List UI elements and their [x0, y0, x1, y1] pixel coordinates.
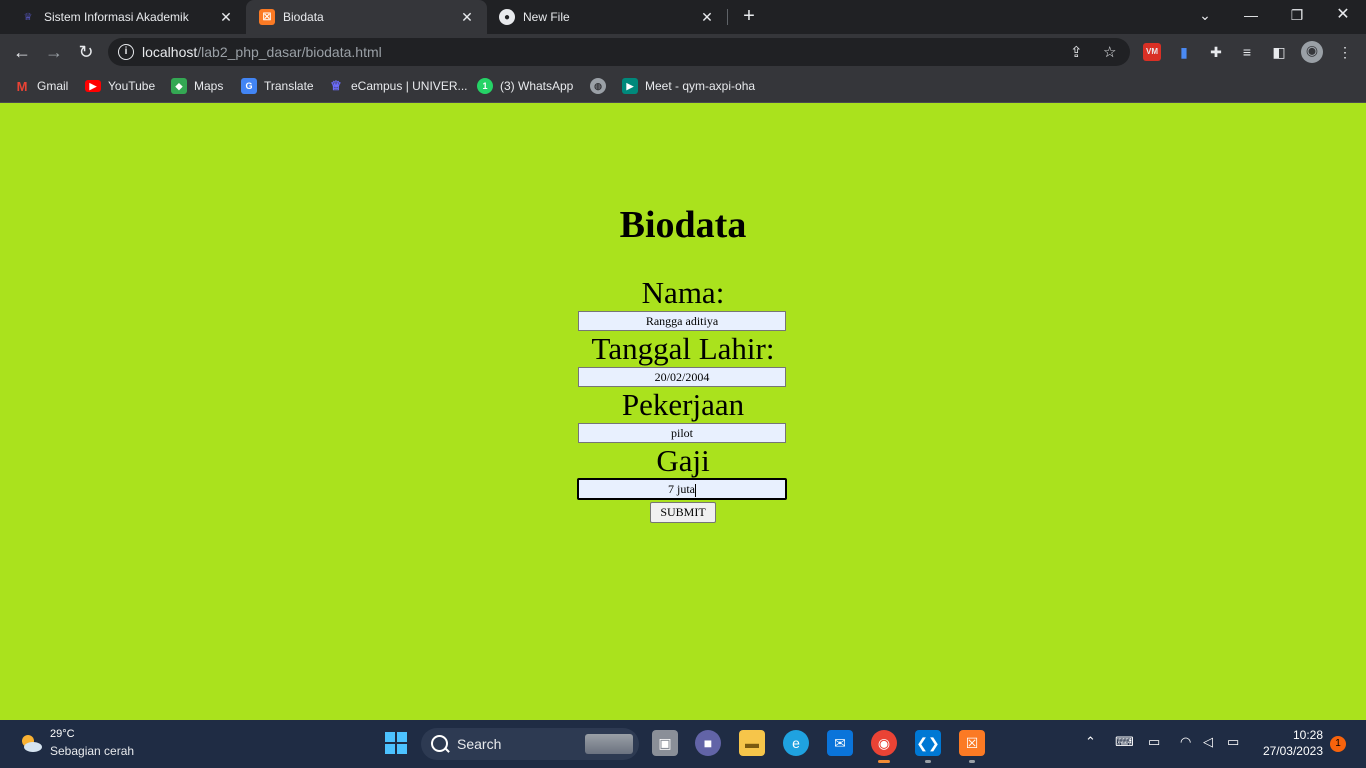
- tab-search-button[interactable]: ⌄: [1182, 0, 1228, 34]
- tab-biodata[interactable]: ☒ Biodata ✕: [246, 0, 487, 34]
- gmail-icon: M: [16, 78, 28, 94]
- nama-label: Nama:: [641, 275, 725, 310]
- search-icon: [431, 735, 448, 752]
- pekerjaan-label: Pekerjaan: [621, 387, 745, 422]
- file-explorer-icon[interactable]: ▬: [739, 730, 765, 756]
- battery-icon[interactable]: ▭: [1227, 734, 1239, 750]
- share-icon[interactable]: ⇪: [1070, 43, 1083, 61]
- nama-input[interactable]: Rangga aditiya: [578, 311, 786, 331]
- back-button[interactable]: ←: [10, 40, 34, 64]
- xampp-icon: ☒: [259, 9, 275, 25]
- bookmark-whatsapp[interactable]: 1 (3) WhatsApp: [477, 77, 573, 95]
- url-text[interactable]: localhost/lab2_php_dasar/biodata.html: [142, 44, 382, 60]
- task-view-icon[interactable]: ▣: [652, 730, 678, 756]
- tab-strip: ♕ Sistem Informasi Akademik ✕ ☒ Biodata …: [0, 0, 1366, 34]
- bookmarks-bar: M Gmail ▶ YouTube ◆ Maps G Translate ♕ eCampu…: [0, 70, 1366, 103]
- start-icon[interactable]: [383, 730, 409, 756]
- translate-icon: G: [241, 78, 257, 94]
- taskbar: 29°C Sebagian cerah Search ▣ ■ ▬ e ✉ ◉ ❮…: [0, 720, 1366, 768]
- forward-button[interactable]: →: [42, 40, 66, 64]
- submit-button[interactable]: SUBMIT: [650, 502, 716, 523]
- edge-icon[interactable]: e: [783, 730, 809, 756]
- tab-sistem-informasi[interactable]: ♕ Sistem Informasi Akademik ✕: [0, 0, 246, 34]
- taskbar-search[interactable]: Search: [421, 728, 639, 760]
- vm-extension-icon[interactable]: VM: [1143, 43, 1161, 61]
- keyboard-icon[interactable]: ⌨: [1115, 734, 1134, 750]
- tab-title: New File: [523, 10, 570, 24]
- bookmark-gmail[interactable]: M Gmail: [14, 77, 69, 95]
- reload-button[interactable]: ↻: [74, 40, 98, 64]
- whatsapp-icon: 1: [477, 78, 493, 94]
- xampp-icon[interactable]: ☒: [959, 730, 985, 756]
- globe-icon: ◍: [590, 78, 606, 94]
- puzzle-icon[interactable]: ✚: [1207, 43, 1225, 61]
- pekerjaan-input[interactable]: pilot: [578, 423, 786, 443]
- restore-button[interactable]: ❐: [1274, 0, 1320, 34]
- text-cursor: [695, 483, 696, 497]
- close-icon[interactable]: ✕: [216, 9, 236, 26]
- wifi-icon[interactable]: ◠: [1180, 734, 1191, 750]
- tanggal-lahir-input[interactable]: 20/02/2004: [578, 367, 786, 387]
- menu-icon[interactable]: ⋮: [1336, 43, 1354, 61]
- weather-description[interactable]: Sebagian cerah: [50, 744, 134, 758]
- campus-icon: ♕: [23, 11, 33, 23]
- bookmark-translate[interactable]: G Translate: [241, 77, 314, 95]
- search-highlight-icon: [585, 734, 633, 754]
- campus-icon: ♕: [330, 78, 342, 93]
- gaji-label: Gaji: [656, 443, 710, 478]
- page-content: Biodata Nama: Rangga aditiya Tanggal Lah…: [0, 103, 1366, 720]
- bookmark-ecampus[interactable]: ♕ eCampus | UNIVER...: [328, 77, 467, 95]
- tanggal-lahir-label: Tanggal Lahir:: [591, 331, 775, 366]
- meet-icon: ▶: [622, 78, 638, 94]
- search-placeholder: Search: [457, 736, 502, 752]
- vscode-running-indicator: [925, 760, 931, 763]
- site-info-icon[interactable]: i: [118, 44, 134, 60]
- chrome-icon[interactable]: ◉: [871, 730, 897, 756]
- tab-title: Biodata: [283, 10, 324, 24]
- clock-date[interactable]: 27/03/2023: [1263, 744, 1323, 758]
- youtube-icon: ▶: [85, 80, 101, 92]
- close-icon[interactable]: ✕: [457, 9, 477, 26]
- maps-icon: ◆: [171, 78, 187, 94]
- tab-title: Sistem Informasi Akademik: [44, 10, 189, 24]
- bookmark-maps[interactable]: ◆ Maps: [171, 77, 223, 95]
- notification-badge[interactable]: 1: [1330, 736, 1346, 752]
- weather-temperature[interactable]: 29°C: [50, 728, 75, 740]
- new-tab-button[interactable]: +: [738, 5, 760, 27]
- mail-icon[interactable]: ✉: [827, 730, 853, 756]
- xampp-running-indicator: [969, 760, 975, 763]
- close-icon[interactable]: ✕: [697, 9, 717, 26]
- tab-separator: [727, 9, 728, 25]
- page-title: Biodata: [619, 204, 747, 246]
- github-icon: ●: [499, 9, 515, 25]
- volume-icon[interactable]: ◁: [1203, 734, 1213, 750]
- display-icon[interactable]: ▭: [1148, 734, 1160, 750]
- side-panel-icon[interactable]: ◧: [1270, 43, 1288, 61]
- gaji-input[interactable]: 7 juta: [577, 478, 787, 500]
- avatar[interactable]: ◉: [1301, 41, 1323, 63]
- bookmark-globe[interactable]: ◍: [590, 77, 613, 95]
- tab-new-file[interactable]: ● New File ✕: [487, 0, 727, 34]
- clock-time[interactable]: 10:28: [1293, 728, 1323, 742]
- address-bar[interactable]: i localhost/lab2_php_dasar/biodata.html …: [108, 38, 1130, 66]
- weather-partly-sunny-icon[interactable]: [18, 730, 44, 756]
- teams-chat-icon[interactable]: ■: [695, 730, 721, 756]
- chevron-up-icon[interactable]: ⌃: [1085, 734, 1096, 750]
- minimize-button[interactable]: —: [1228, 0, 1274, 34]
- media-playlist-icon[interactable]: ≡: [1238, 43, 1256, 61]
- browser-toolbar: ← → ↻ i localhost/lab2_php_dasar/biodata…: [0, 34, 1366, 70]
- close-window-button[interactable]: ✕: [1320, 0, 1366, 34]
- vscode-icon[interactable]: ❮❯: [915, 730, 941, 756]
- chrome-running-indicator: [878, 760, 890, 763]
- bookmark-meet[interactable]: ▶ Meet - qym-axpi-oha: [622, 77, 755, 95]
- bookmark-star-icon[interactable]: ☆: [1103, 43, 1116, 61]
- bookmark-youtube[interactable]: ▶ YouTube: [85, 77, 155, 95]
- extension-icon[interactable]: ▮: [1175, 43, 1193, 61]
